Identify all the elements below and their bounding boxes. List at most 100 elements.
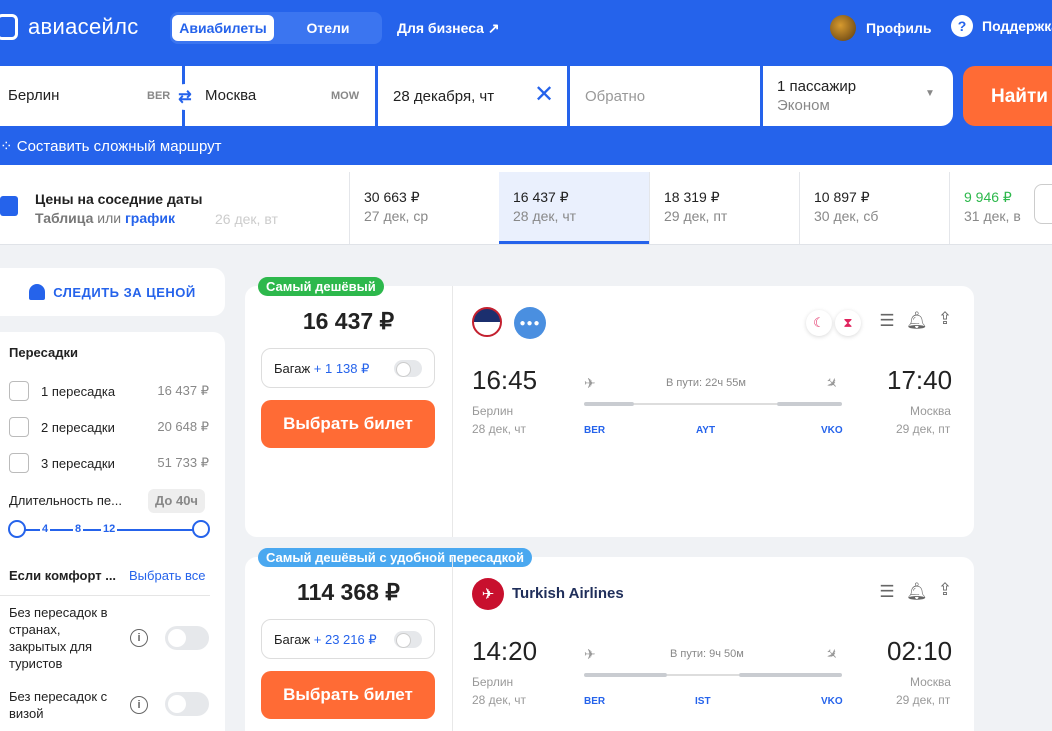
arrive-date: 29 дек, пт (896, 422, 951, 436)
swap-icon[interactable]: ⇄ (172, 84, 198, 110)
baggage-toggle[interactable] (394, 360, 422, 377)
airport-code: VKO (821, 425, 843, 436)
profile-button[interactable]: Профиль (830, 15, 932, 41)
segment-bar (584, 402, 634, 406)
comfort-option-label: Без пересадок с визой (9, 689, 108, 721)
layover-line (667, 674, 739, 676)
flight-duration: В пути: 22ч 55м (666, 377, 746, 389)
divider (0, 595, 210, 596)
divider (452, 557, 453, 731)
support-button[interactable]: ? Поддержка (951, 15, 1052, 37)
airport-code: BER (584, 425, 606, 436)
slider-tick: 12 (101, 523, 118, 535)
airport-code: AYT (696, 425, 716, 436)
duration-value: До 40ч (148, 489, 205, 513)
checkbox[interactable] (9, 381, 29, 401)
date-cell[interactable]: 10 897 ₽30 дек, сб (799, 172, 949, 244)
slider-handle-max[interactable] (192, 520, 210, 538)
logo[interactable]: авиасейлс (0, 14, 139, 40)
to-field[interactable]: Москва MOW (185, 66, 375, 126)
airport-code: VKO (821, 696, 843, 707)
passengers-field[interactable]: 1 пассажир Эконом ▼ (763, 66, 953, 126)
stops-title: Пересадки (9, 345, 78, 360)
find-button[interactable]: Найти (963, 66, 1052, 126)
arrive-city: Москва (910, 675, 951, 689)
date-cell[interactable]: 18 319 ₽29 дек, пт (649, 172, 799, 244)
arrive-date: 29 дек, пт (896, 693, 951, 707)
clear-date-icon[interactable]: ✕ (534, 80, 554, 109)
baggage-option[interactable]: Багаж + 23 216 ₽ (261, 619, 435, 659)
night-icon[interactable]: ☾ (806, 310, 832, 336)
airline-name: Turkish Airlines (512, 585, 624, 602)
airline-logo (472, 307, 502, 337)
depart-date: 28 дек, чт (472, 422, 527, 436)
segment-bar (777, 402, 842, 406)
flight-duration: В пути: 9ч 50м (670, 648, 744, 660)
date-cell[interactable]: 30 663 ₽27 дек, ср (349, 172, 499, 244)
tab-flights[interactable]: Авиабилеты (172, 15, 274, 41)
add-list-icon[interactable]: ☰ (877, 311, 897, 331)
select-all-link[interactable]: Выбрать все (129, 568, 205, 583)
slider-handle-min[interactable] (8, 520, 26, 538)
airline-logo: ●●● (514, 307, 546, 339)
cheapest-badge: Самый дешёвый (258, 277, 384, 296)
arrive-time: 02:10 (887, 636, 953, 666)
calendar-icon (0, 196, 18, 216)
bell-icon[interactable]: 🔔︎ (906, 311, 928, 331)
stop-option[interactable]: 2 пересадки 20 648 ₽ (9, 416, 209, 438)
chart-link[interactable]: график (125, 210, 175, 226)
takeoff-icon: ✈ (584, 375, 596, 391)
comfort-toggle[interactable] (165, 626, 209, 650)
add-list-icon[interactable]: ☰ (877, 582, 897, 602)
share-icon[interactable]: ⇪ (935, 309, 955, 329)
arrive-time: 17:40 (887, 365, 953, 395)
buy-ticket-button[interactable]: Выбрать билет (261, 400, 435, 448)
checkbox[interactable] (9, 417, 29, 437)
comfort-title: Если комфорт ... (9, 568, 117, 583)
slider-tick: 8 (73, 523, 84, 535)
segment-bar (739, 673, 842, 677)
business-link[interactable]: Для бизнеса ↗ (397, 20, 500, 37)
layover-line (634, 403, 777, 405)
bell-icon (29, 284, 46, 300)
date-cell[interactable]: 9 946 ₽31 дек, в (949, 172, 1029, 244)
tab-hotels[interactable]: Отели (276, 15, 380, 41)
logo-icon (0, 14, 18, 40)
ticket-price: 16 437 ₽ (302, 308, 395, 334)
return-date-field[interactable]: Обратно (570, 66, 760, 126)
baggage-toggle[interactable] (394, 631, 422, 648)
next-dates-button[interactable] (1034, 184, 1052, 224)
convenient-badge: Самый дешёвый с удобной пересадкой (258, 548, 532, 567)
complex-route-link[interactable]: ⁘ Составить сложный маршрут (0, 137, 221, 155)
slider-tick: 4 (40, 523, 51, 535)
neighbor-dates-subtitle: Таблица или график (35, 210, 175, 226)
avatar (830, 15, 856, 41)
from-field[interactable]: Берлин BER (0, 66, 182, 126)
checkbox[interactable] (9, 453, 29, 473)
comfort-toggle[interactable] (165, 692, 209, 716)
buy-ticket-button[interactable]: Выбрать билет (261, 671, 435, 719)
comfort-option-label: Без пересадок в странах, закрытых для ту… (9, 605, 108, 671)
product-switch: Авиабилеты Отели (170, 12, 382, 44)
bell-icon[interactable]: 🔔︎ (906, 582, 928, 602)
baggage-option[interactable]: Багаж + 1 138 ₽ (261, 348, 435, 388)
stop-option[interactable]: 3 пересадки 51 733 ₽ (9, 452, 209, 474)
takeoff-icon: ✈ (584, 646, 596, 662)
ticket-price: 114 368 ₽ (297, 579, 400, 605)
depart-time: 14:20 (472, 636, 538, 666)
divider (452, 286, 453, 537)
depart-date-field[interactable]: 28 декабря, чт ✕ (378, 66, 567, 126)
date-cell-faded[interactable]: 26 дек, вт (215, 211, 278, 227)
share-icon[interactable]: ⇪ (935, 580, 955, 600)
segment-bar (584, 673, 667, 677)
depart-date: 28 дек, чт (472, 693, 527, 707)
help-icon: ? (951, 15, 973, 37)
info-icon[interactable]: i (130, 696, 148, 714)
hourglass-icon[interactable]: ⧗ (835, 310, 861, 336)
date-cell-selected[interactable]: 16 437 ₽28 дек, чт (499, 172, 649, 244)
duration-label: Длительность пе... (9, 493, 122, 508)
stop-option[interactable]: 1 пересадка 16 437 ₽ (9, 380, 209, 402)
table-link[interactable]: Таблица (35, 210, 93, 226)
track-price-button[interactable]: СЛЕДИТЬ ЗА ЦЕНОЙ (0, 268, 225, 316)
info-icon[interactable]: i (130, 629, 148, 647)
